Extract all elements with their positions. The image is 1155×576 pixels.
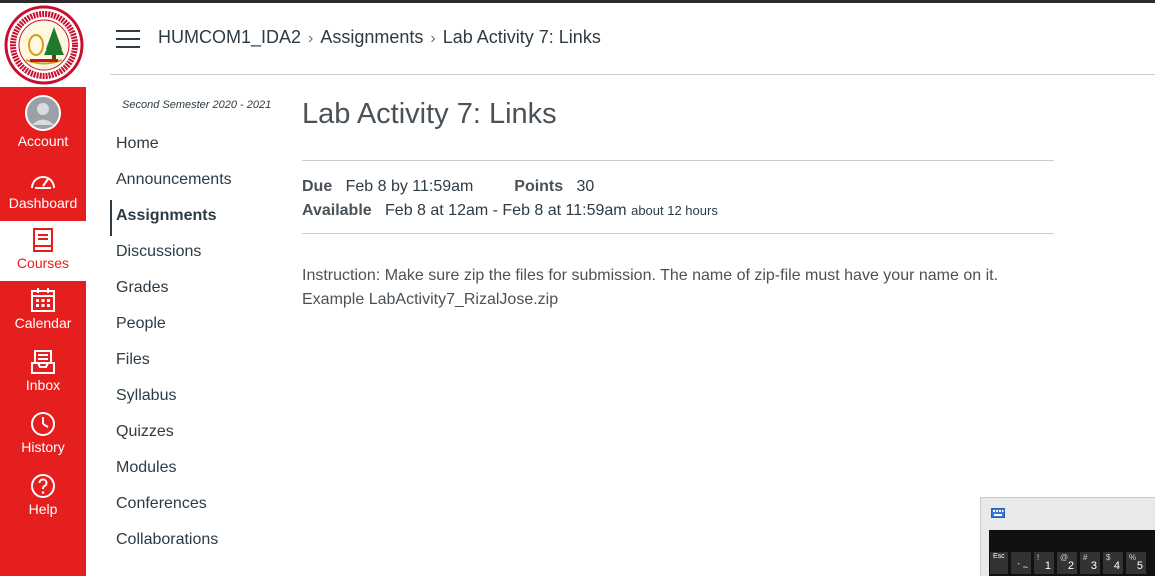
due-label: Due	[302, 178, 333, 195]
course-nav-home[interactable]: Home	[110, 128, 280, 164]
breadcrumb-current-page: Lab Activity 7: Links	[442, 27, 601, 47]
chevron-right-icon: ›	[430, 30, 436, 47]
course-nav-grades[interactable]: Grades	[110, 272, 280, 308]
nav-label: Calendar	[14, 315, 72, 331]
nav-label: Courses	[16, 255, 70, 271]
nav-inbox[interactable]: Inbox	[0, 349, 86, 393]
course-nav-conferences[interactable]: Conferences	[110, 488, 280, 524]
breadcrumb: HUMCOM1_IDA2 › Assignments › Lab Activity 7:…	[158, 27, 601, 48]
hamburger-menu-icon[interactable]	[116, 30, 140, 48]
assignment-details: Due Feb 8 by 11:59am Points 30 Available…	[302, 175, 718, 223]
keyboard-icon	[991, 508, 1005, 518]
available-label: Available	[302, 202, 372, 219]
nav-label: History	[21, 439, 65, 455]
nav-help[interactable]: Help	[0, 473, 86, 517]
nav-calendar[interactable]: Calendar	[0, 287, 86, 331]
course-nav: Home Announcements Assignments Discussio…	[110, 128, 280, 560]
nav-courses[interactable]: Courses	[0, 221, 86, 281]
available-duration-note: about 12 hours	[631, 203, 718, 218]
calendar-icon	[31, 288, 55, 312]
nav-label: Dashboard	[8, 195, 78, 211]
course-nav-collaborations[interactable]: Collaborations	[110, 524, 280, 560]
course-nav-quizzes[interactable]: Quizzes	[110, 416, 280, 452]
dashboard-gauge-icon	[31, 176, 55, 189]
header-divider	[110, 74, 1155, 75]
points-label: Points	[514, 178, 564, 195]
course-nav-people[interactable]: People	[110, 308, 280, 344]
account-avatar-icon	[25, 95, 61, 131]
course-nav-files[interactable]: Files	[110, 344, 280, 380]
details-divider	[302, 233, 1054, 234]
nav-label: Help	[28, 501, 58, 517]
university-seal-logo	[4, 5, 84, 85]
available-row: Available Feb 8 at 12am - Feb 8 at 11:59…	[302, 199, 718, 223]
breadcrumb-course-link[interactable]: HUMCOM1_IDA2	[158, 27, 301, 47]
key-2[interactable]: @2	[1057, 552, 1077, 574]
nav-dashboard[interactable]: Dashboard	[0, 169, 86, 211]
key-5[interactable]: % 5	[1126, 552, 1146, 574]
page-title: Lab Activity 7: Links	[302, 98, 557, 130]
nav-label: Inbox	[25, 377, 61, 393]
inbox-icon	[31, 350, 55, 374]
clock-icon	[31, 412, 55, 436]
global-nav: Account Dashboard Courses Calendar Inbox…	[0, 3, 86, 576]
available-value: Feb 8 at 12am - Feb 8 at 11:59am	[385, 202, 627, 219]
due-value: Feb 8 by 11:59am	[345, 178, 474, 195]
window-top-border	[0, 0, 1155, 3]
course-nav-discussions[interactable]: Discussions	[110, 236, 280, 272]
nav-history[interactable]: History	[0, 411, 86, 455]
on-screen-keyboard[interactable]: Esc ` ~ ! 1 @2 #3 $4 % 5	[980, 497, 1155, 576]
chevron-right-icon: ›	[308, 30, 314, 47]
course-nav-modules[interactable]: Modules	[110, 452, 280, 488]
course-nav-assignments[interactable]: Assignments	[110, 200, 280, 236]
key-3[interactable]: #3	[1080, 552, 1100, 574]
key-backtick[interactable]: ` ~	[1011, 552, 1031, 574]
course-nav-syllabus[interactable]: Syllabus	[110, 380, 280, 416]
course-term-label: Second Semester 2020 - 2021	[122, 99, 272, 111]
nav-label: Account	[17, 133, 69, 149]
key-1[interactable]: ! 1	[1034, 552, 1054, 574]
breadcrumb-assignments-link[interactable]: Assignments	[320, 27, 423, 47]
key-esc[interactable]: Esc	[990, 552, 1008, 574]
assignment-description: Instruction: Make sure zip the files for…	[302, 267, 999, 308]
course-nav-announcements[interactable]: Announcements	[110, 164, 280, 200]
logo-container[interactable]	[0, 3, 86, 87]
due-row: Due Feb 8 by 11:59am Points 30	[302, 175, 718, 199]
nav-account[interactable]: Account	[0, 95, 86, 149]
help-circle-icon	[31, 474, 55, 498]
key-4[interactable]: $4	[1103, 552, 1123, 574]
book-icon	[33, 228, 53, 252]
title-divider	[302, 160, 1054, 161]
points-value: 30	[576, 178, 595, 195]
